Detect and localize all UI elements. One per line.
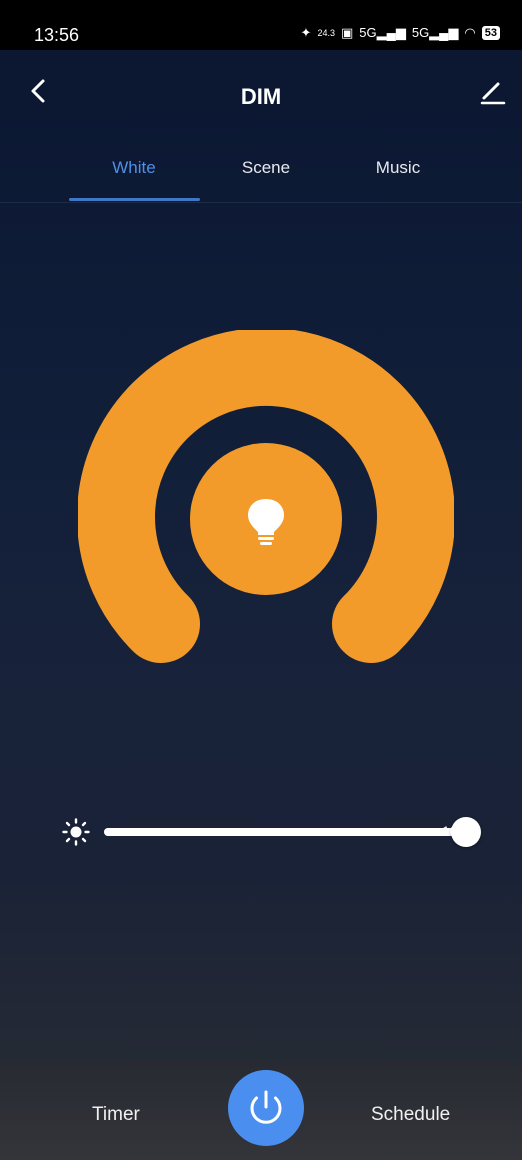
header: DIM xyxy=(0,50,522,140)
power-icon xyxy=(250,1090,282,1124)
wifi-icon: ◠ xyxy=(464,25,476,40)
slider-fill xyxy=(104,828,466,836)
notification-icon: ✦ xyxy=(300,25,312,40)
slider-track[interactable] xyxy=(104,817,481,847)
schedule-button[interactable]: Schedule xyxy=(371,1104,450,1126)
power-button[interactable] xyxy=(228,1070,304,1146)
tab-bar: White Scene Music xyxy=(0,140,522,203)
hd-icon: ▣ xyxy=(340,25,354,40)
edit-button[interactable] xyxy=(478,76,508,106)
timer-button[interactable]: Timer xyxy=(92,1104,140,1126)
status-icons: ✦ 24.3 ▣ 5G▂▄▆ 5G▂▄▆ ◠ 53 xyxy=(301,24,500,42)
brightness-percentage: 100% xyxy=(442,823,478,839)
tab-white[interactable]: White xyxy=(69,158,199,178)
pencil-icon xyxy=(480,82,506,105)
data-speed-icon: 24.3 xyxy=(317,28,335,38)
battery-icon: 53 xyxy=(481,26,500,40)
lightbulb-icon xyxy=(248,499,284,545)
page-title: DIM xyxy=(240,84,282,109)
lamp-button[interactable] xyxy=(190,443,342,595)
sun-icon xyxy=(62,818,90,846)
brightness-slider: 100% xyxy=(58,810,498,854)
tab-music[interactable]: Music xyxy=(333,158,463,178)
status-time: 13:56 xyxy=(34,25,80,45)
5g-signal-icon: 5G▂▄▆ xyxy=(359,25,406,40)
status-bar: 13:56 ✦ 24.3 ▣ 5G▂▄▆ 5G▂▄▆ ◠ 53 xyxy=(0,0,522,50)
5g-signal-icon-2: 5G▂▄▆ xyxy=(411,25,459,40)
tab-scene[interactable]: Scene xyxy=(201,158,331,178)
tab-underline xyxy=(69,198,200,201)
